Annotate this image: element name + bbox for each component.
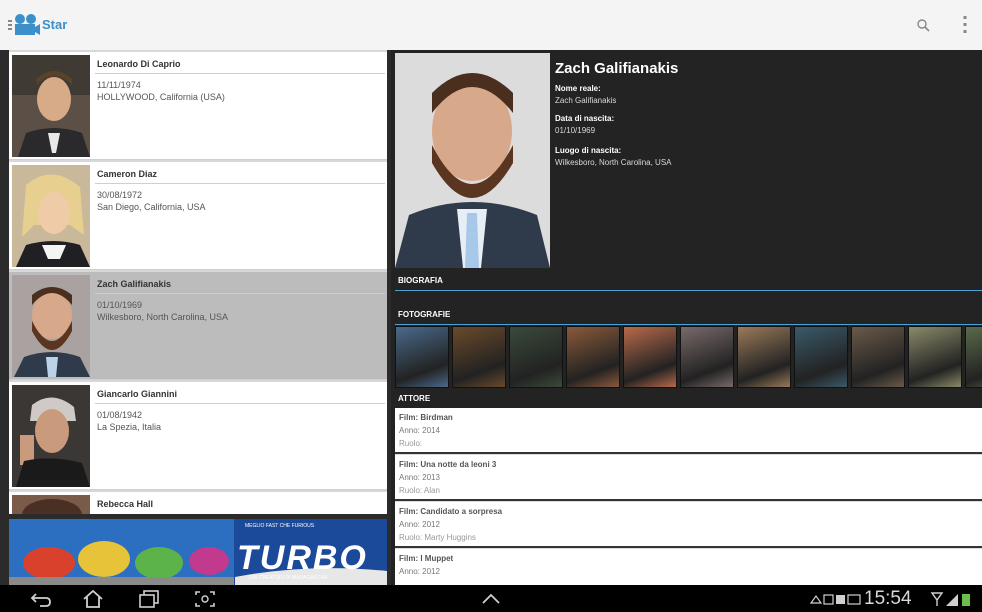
ad-banner[interactable]: MEGLIO FAST CHE FURIOUS TURBO DAI CREATO…	[9, 519, 387, 585]
divider	[95, 183, 385, 184]
photo-thumbnail[interactable]	[965, 326, 982, 388]
star-list-item[interactable]: Leonardo Di Caprio 11/11/1974 HOLLYWOOD,…	[9, 52, 387, 160]
role-year: Anno: 2012	[399, 567, 440, 576]
star-list-item[interactable]: Giancarlo Giannini 01/08/1942 La Spezia,…	[9, 382, 387, 490]
divider	[95, 403, 385, 404]
photo-thumbnail[interactable]	[680, 326, 734, 388]
ad-tagline: MEGLIO FAST CHE FURIOUS	[245, 523, 315, 529]
home-icon[interactable]	[82, 590, 104, 608]
role-film-title: Film: Una notte da leoni 3	[399, 460, 497, 469]
role-list-item[interactable]: Film: Una notte da leoni 3 Anno: 2013 Ru…	[395, 455, 982, 501]
photo-thumbnail[interactable]	[851, 326, 905, 388]
star-birth-date: 30/08/1972	[97, 190, 143, 200]
divider	[95, 73, 385, 74]
photo-thumbnail[interactable]	[908, 326, 962, 388]
photo-thumbnail[interactable]	[623, 326, 677, 388]
ad-subtitle: DAI CREATORI DI MADAGASCAR	[249, 575, 328, 581]
ad-title: TURBO	[237, 539, 368, 577]
star-thumbnail	[12, 55, 90, 157]
biography-section-header[interactable]: BIOGRAFIA	[395, 272, 982, 290]
star-thumbnail	[12, 385, 90, 487]
star-name: Giancarlo Giannini	[97, 389, 178, 399]
photo-thumbnail[interactable]	[395, 326, 449, 388]
detail-star-name: Zach Galifianakis	[555, 60, 679, 77]
role-film-title: Film: Birdman	[399, 413, 453, 422]
star-name: Zach Galifianakis	[97, 279, 172, 289]
star-name: Leonardo Di Caprio	[97, 59, 181, 69]
star-birth-place: Wilkesboro, North Carolina, USA	[97, 312, 229, 322]
divider	[395, 290, 982, 291]
photo-strip[interactable]	[395, 326, 982, 388]
role-character: Ruolo: Alan	[399, 486, 440, 495]
signal-battery-icon	[930, 592, 970, 606]
role-character: Ruolo: Marty Huggins	[399, 533, 476, 542]
star-photo	[395, 53, 550, 268]
star-thumbnail	[12, 275, 90, 377]
role-year: Anno: 2013	[399, 473, 440, 482]
role-year: Anno: 2012	[399, 520, 440, 529]
clock: 15:54	[864, 588, 912, 609]
role-list-item[interactable]: Film: Candidato a sorpresa Anno: 2012 Ru…	[395, 502, 982, 548]
birth-place-label: Luogo di nascita:	[555, 146, 622, 155]
role-list: Film: Birdman Anno: 2014 Ruolo: Film: Un…	[395, 408, 982, 585]
photo-thumbnail[interactable]	[509, 326, 563, 388]
star-name: Rebecca Hall	[97, 499, 154, 509]
notification-icons[interactable]	[810, 592, 862, 606]
star-detail: Zach Galifianakis Nome reale: Zach Galif…	[391, 50, 982, 585]
role-film-title: Film: I Muppet	[399, 554, 454, 563]
role-film-title: Film: Candidato a sorpresa	[399, 507, 503, 516]
back-icon[interactable]	[30, 590, 52, 608]
divider	[395, 324, 982, 325]
real-name-label: Nome reale:	[555, 84, 601, 93]
star-birth-date: 01/10/1969	[97, 300, 143, 310]
star-birth-place: La Spezia, Italia	[97, 422, 162, 432]
star-birth-place: HOLLYWOOD, California (USA)	[97, 92, 225, 102]
role-list-item[interactable]: Film: Birdman Anno: 2014 Ruolo:	[395, 408, 982, 454]
star-list-item[interactable]: Cameron Diaz 30/08/1972 San Diego, Calif…	[9, 162, 387, 270]
chevron-up-icon[interactable]	[480, 590, 502, 608]
star-list-item[interactable]: Rebecca Hall	[9, 492, 387, 514]
action-bar: Star	[0, 0, 982, 50]
birth-date-value: 01/10/1969	[555, 126, 596, 135]
birth-place-value: Wilkesboro, North Carolina, USA	[555, 158, 672, 167]
star-list: Leonardo Di Caprio 11/11/1974 HOLLYWOOD,…	[9, 50, 387, 514]
role-character: Ruolo:	[399, 439, 423, 448]
screenshot-icon[interactable]	[194, 590, 216, 608]
search-icon[interactable]	[916, 18, 930, 32]
photo-thumbnail[interactable]	[737, 326, 791, 388]
app-title[interactable]: Star	[42, 17, 67, 32]
photos-section-header: FOTOGRAFIE	[398, 310, 451, 319]
overflow-menu-icon[interactable]	[962, 14, 968, 36]
star-thumbnail	[12, 165, 90, 267]
divider	[95, 293, 385, 294]
star-birth-date: 11/11/1974	[97, 80, 141, 90]
star-birth-place: San Diego, California, USA	[97, 202, 206, 212]
photo-thumbnail[interactable]	[452, 326, 506, 388]
star-list-item-selected[interactable]: Zach Galifianakis 01/10/1969 Wilkesboro,…	[9, 272, 387, 380]
recent-apps-icon[interactable]	[138, 590, 160, 608]
role-list-item[interactable]: Film: I Muppet Anno: 2012	[395, 549, 982, 585]
star-thumbnail	[12, 495, 90, 514]
birth-date-label: Data di nascita:	[555, 114, 615, 123]
actor-section-header: ATTORE	[398, 394, 431, 403]
real-name-value: Zach Galifianakis	[555, 96, 617, 105]
film-camera-icon[interactable]	[8, 12, 40, 38]
system-nav-bar: 15:54	[0, 585, 982, 612]
photo-thumbnail[interactable]	[566, 326, 620, 388]
star-birth-date: 01/08/1942	[97, 410, 143, 420]
star-name: Cameron Diaz	[97, 169, 158, 179]
photo-thumbnail[interactable]	[794, 326, 848, 388]
role-year: Anno: 2014	[399, 426, 440, 435]
